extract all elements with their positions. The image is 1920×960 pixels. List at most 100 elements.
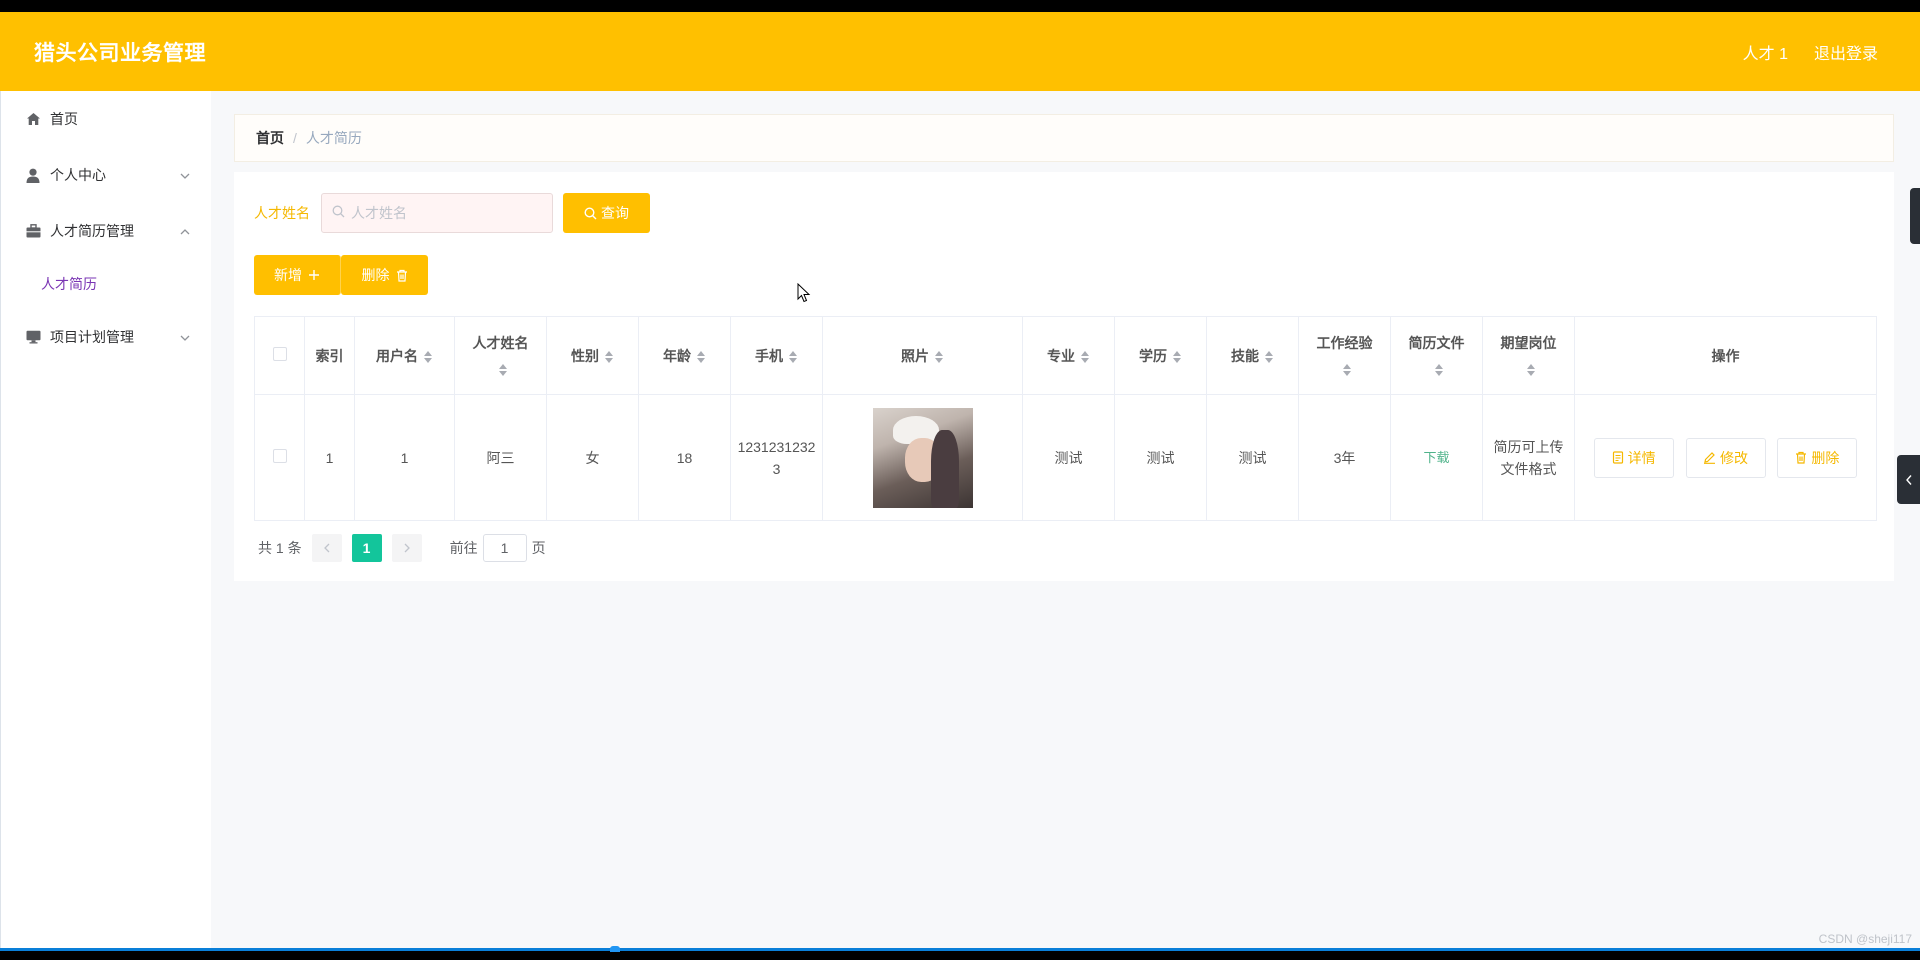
cell-resume-file: 下载 bbox=[1390, 394, 1483, 521]
select-all-checkbox[interactable] bbox=[272, 346, 287, 361]
detail-button-label: 详情 bbox=[1627, 449, 1656, 466]
query-button-label: 查询 bbox=[601, 205, 629, 221]
name-search-input[interactable] bbox=[351, 205, 541, 221]
page-number-current[interactable]: 1 bbox=[351, 534, 382, 562]
action-buttons: 新增 删除 bbox=[254, 255, 428, 295]
header-actions: 人才 1 退出登录 bbox=[1743, 40, 1878, 64]
breadcrumb: 首页 / 人才简历 bbox=[234, 114, 1894, 162]
app-title: 猎头公司业务管理 bbox=[34, 41, 206, 65]
progress-marker bbox=[610, 946, 620, 952]
sort-icon[interactable] bbox=[1434, 363, 1444, 377]
cell-major: 测试 bbox=[1022, 394, 1115, 521]
logout-link[interactable]: 退出登录 bbox=[1814, 40, 1878, 64]
query-button[interactable]: 查询 bbox=[563, 193, 650, 233]
sort-icon[interactable] bbox=[1526, 363, 1536, 377]
column-header-age[interactable]: 年龄 bbox=[638, 316, 731, 395]
cell-gender: 女 bbox=[546, 394, 639, 521]
batch-delete-button[interactable]: 删除 bbox=[341, 255, 428, 295]
side-panel-toggle[interactable] bbox=[1897, 455, 1920, 504]
resume-table: 索引 用户名 人才姓名 性别 年龄 手机 照片 专业 学历 技能 工作经验 简历… bbox=[254, 316, 1877, 521]
briefcase-icon bbox=[25, 223, 41, 239]
sidebar-item-home[interactable]: 首页 bbox=[1, 91, 211, 147]
resume-panel: 人才姓名 查询 新增 删除 bbox=[234, 172, 1894, 581]
prev-page-button[interactable] bbox=[311, 534, 342, 562]
sort-icon[interactable] bbox=[604, 350, 614, 364]
plus-icon bbox=[309, 270, 319, 280]
sort-icon[interactable] bbox=[696, 350, 706, 364]
column-header-photo[interactable]: 照片 bbox=[822, 316, 1023, 395]
cell-username: 1 bbox=[354, 394, 455, 521]
delete-button-label: 删除 bbox=[1811, 449, 1840, 466]
column-header-gender[interactable]: 性别 bbox=[546, 316, 639, 395]
delete-button[interactable]: 删除 bbox=[1777, 437, 1858, 478]
row-checkbox[interactable] bbox=[272, 448, 287, 463]
search-label: 人才姓名 bbox=[254, 205, 310, 221]
cell-position: 简历可上传文件格式 bbox=[1482, 394, 1575, 521]
column-header-position[interactable]: 期望岗位 bbox=[1482, 316, 1575, 395]
mouse-cursor-icon bbox=[797, 283, 811, 303]
column-header-operations: 操作 bbox=[1574, 316, 1877, 395]
progress-line bbox=[0, 948, 1920, 951]
trash-icon bbox=[396, 269, 407, 282]
search-icon bbox=[332, 205, 345, 221]
sidebar-item-label: 个人中心 bbox=[50, 167, 106, 183]
home-icon bbox=[25, 111, 41, 127]
profile-photo[interactable] bbox=[872, 407, 973, 508]
breadcrumb-home[interactable]: 首页 bbox=[256, 128, 284, 148]
total-count: 共 1 条 bbox=[258, 540, 302, 556]
add-button-label: 新增 bbox=[274, 267, 302, 283]
sidebar-item-project-plan[interactable]: 项目计划管理 bbox=[1, 309, 211, 365]
detail-button[interactable]: 详情 bbox=[1593, 437, 1674, 478]
column-header-resume-file[interactable]: 简历文件 bbox=[1390, 316, 1483, 395]
cell-skills: 测试 bbox=[1206, 394, 1299, 521]
column-header-username[interactable]: 用户名 bbox=[354, 316, 455, 395]
sidebar-item-label: 首页 bbox=[50, 111, 78, 127]
goto-suffix: 页 bbox=[531, 540, 546, 556]
document-icon bbox=[1612, 451, 1623, 464]
cell-experience: 3年 bbox=[1298, 394, 1391, 521]
sidebar-item-label: 项目计划管理 bbox=[50, 329, 134, 345]
chevron-left-icon bbox=[1905, 474, 1912, 485]
column-header-index: 索引 bbox=[304, 316, 355, 395]
user-icon bbox=[25, 167, 41, 183]
sort-icon[interactable] bbox=[1080, 350, 1090, 364]
column-header-experience[interactable]: 工作经验 bbox=[1298, 316, 1391, 395]
edit-icon bbox=[1704, 452, 1715, 464]
column-header-skills[interactable]: 技能 bbox=[1206, 316, 1299, 395]
sidebar-item-personal-center[interactable]: 个人中心 bbox=[1, 147, 211, 203]
sort-icon[interactable] bbox=[1172, 350, 1182, 364]
column-header-name[interactable]: 人才姓名 bbox=[454, 316, 547, 395]
edit-button[interactable]: 修改 bbox=[1685, 437, 1766, 478]
column-header-phone[interactable]: 手机 bbox=[730, 316, 823, 395]
cell-photo bbox=[822, 394, 1023, 521]
sort-icon[interactable] bbox=[498, 363, 508, 377]
current-user[interactable]: 人才 1 bbox=[1743, 40, 1788, 64]
top-bar: 猎头公司业务管理 人才 1 退出登录 bbox=[0, 12, 1920, 91]
chevron-down-icon bbox=[179, 169, 191, 181]
table-header-row: 索引 用户名 人才姓名 性别 年龄 手机 照片 专业 学历 技能 工作经验 简历… bbox=[254, 316, 1877, 395]
select-all-cell bbox=[254, 316, 305, 395]
column-header-major[interactable]: 专业 bbox=[1022, 316, 1115, 395]
download-link[interactable]: 下载 bbox=[1423, 450, 1449, 465]
sort-icon[interactable] bbox=[1342, 363, 1352, 377]
sidebar-item-resume-management[interactable]: 人才简历管理 bbox=[1, 203, 211, 259]
edit-button-label: 修改 bbox=[1720, 449, 1748, 466]
add-button[interactable]: 新增 bbox=[254, 255, 341, 295]
chevron-right-icon bbox=[404, 543, 410, 553]
sort-icon[interactable] bbox=[934, 350, 944, 364]
chevron-up-icon bbox=[179, 225, 191, 237]
column-header-education[interactable]: 学历 bbox=[1114, 316, 1207, 395]
sort-icon[interactable] bbox=[1264, 350, 1274, 364]
goto-prefix: 前往 bbox=[449, 540, 478, 556]
next-page-button[interactable] bbox=[391, 534, 422, 562]
table-row: 1 1 阿三 女 18 12312312323 测试 测试 测试 3年 下载 简… bbox=[254, 394, 1877, 521]
sidebar: 首页 个人中心 人才简历管理 人才简历 项目计划管理 bbox=[0, 91, 211, 948]
cell-education: 测试 bbox=[1114, 394, 1207, 521]
sort-icon[interactable] bbox=[788, 350, 798, 364]
sidebar-subitem-resume[interactable]: 人才简历 bbox=[1, 259, 211, 309]
sort-icon[interactable] bbox=[423, 350, 433, 364]
cell-phone: 12312312323 bbox=[730, 394, 823, 521]
goto-page-input[interactable] bbox=[482, 534, 527, 562]
cell-index: 1 bbox=[304, 394, 355, 521]
side-widget-handle[interactable] bbox=[1910, 188, 1920, 244]
